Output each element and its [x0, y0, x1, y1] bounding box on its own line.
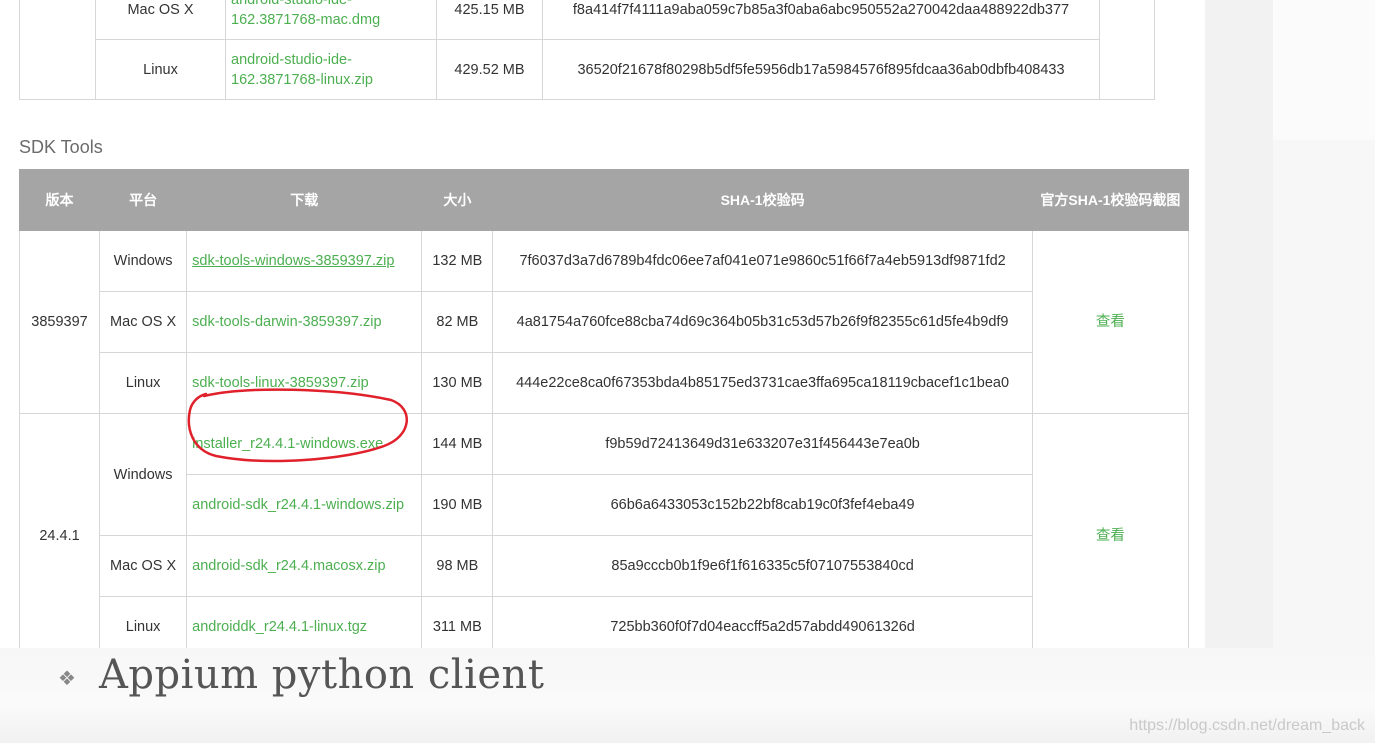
screenshot-cell: 查看 [1031, 230, 1190, 414]
diamond-bullet-icon: ❖ [58, 668, 76, 690]
download-cell: sdk-tools-darwin-3859397.zip [186, 291, 423, 353]
sha-cell: 36520f21678f80298b5df5fe5956db17a5984576… [542, 39, 1100, 100]
sha-cell: f8a414f7f4111a9aba059c7b85a3f0aba6abc950… [542, 0, 1100, 40]
sha-cell: 66b6a6433053c152b22bf8cab19c0f3fef4eba49 [492, 474, 1033, 536]
header-sha: SHA-1校验码 [492, 169, 1033, 231]
sha-cell: 444e22ce8ca0f67353bda4b85175ed3731cae3ff… [492, 352, 1033, 414]
table-row: Linux android-studio-ide- 162.3871768-li… [20, 39, 1155, 100]
side-panel [1205, 0, 1273, 648]
platform-cell: Linux [99, 352, 188, 414]
sha-cell: 4a81754a760fce88cba74d69c364b05b31c53d57… [492, 291, 1033, 353]
download-page: Mac OS X android-studio-ide- 162.3871768… [0, 0, 1205, 658]
size-cell: 98 MB [421, 535, 494, 597]
platform-cell: Mac OS X [99, 291, 188, 353]
version-cell: 3859397 [18, 230, 101, 414]
sha-cell: 85a9cccb0b1f9e6f1f616335c5f07107553840cd [492, 535, 1033, 597]
size-cell: 429.52 MB [436, 39, 543, 100]
download-link[interactable]: android-studio-ide- 162.3871768-mac.dmg [231, 0, 380, 28]
download-cell: android-sdk_r24.4.1-windows.zip [186, 474, 423, 536]
header-screenshot: 官方SHA-1校验码截图 [1031, 169, 1190, 231]
download-link[interactable]: androiddk_r24.4.1-linux.tgz [192, 619, 367, 635]
table-row: Mac OS X sdk-tools-darwin-3859397.zip 82… [20, 291, 1189, 353]
version-cell [19, 0, 96, 100]
slide-strip: ❖ Appium python client https://blog.csdn… [0, 648, 1375, 743]
platform-cell: Mac OS X [95, 0, 226, 40]
screenshot-cell: 查看 [1031, 413, 1190, 658]
size-cell: 132 MB [421, 230, 494, 292]
download-link[interactable]: android-studio-ide- 162.3871768-linux.zi… [231, 52, 373, 88]
version-cell: 24.4.1 [18, 413, 101, 658]
header-download: 下载 [186, 169, 423, 231]
side-panel-outer [1273, 0, 1375, 648]
download-cell: android-studio-ide- 162.3871768-linux.zi… [225, 39, 437, 100]
size-cell: 425.15 MB [436, 0, 543, 40]
table-row: 3859397 Windows sdk-tools-windows-385939… [18, 230, 1190, 414]
header-size: 大小 [421, 169, 494, 231]
sha-cell: f9b59d72413649d31e633207e31f456443e7ea0b [492, 413, 1033, 475]
table-header-row: 版本 平台 下载 大小 SHA-1校验码 官方SHA-1校验码截图 [18, 169, 1190, 231]
size-cell: 130 MB [421, 352, 494, 414]
size-cell: 144 MB [421, 413, 494, 475]
platform-cell: Windows [99, 413, 188, 536]
header-platform: 平台 [99, 169, 188, 231]
download-cell: sdk-tools-windows-3859397.zip [186, 230, 423, 292]
size-cell: 190 MB [421, 474, 494, 536]
table-row: Mac OS X android-sdk_r24.4.macosx.zip 98… [20, 535, 1189, 597]
download-cell: android-studio-ide- 162.3871768-mac.dmg [225, 0, 437, 40]
table-row: android-sdk_r24.4.1-windows.zip 190 MB 6… [20, 474, 1189, 536]
header-version: 版本 [18, 169, 101, 231]
platform-cell: Linux [95, 39, 226, 100]
screenshot-cell [1099, 0, 1155, 100]
download-link[interactable]: sdk-tools-windows-3859397.zip [192, 253, 394, 269]
sha-cell: 7f6037d3a7d6789b4fdc06ee7af041e071e9860c… [492, 230, 1033, 292]
annotation-circle [187, 388, 408, 463]
platform-cell: Windows [99, 230, 188, 292]
slide-title: Appium python client [99, 652, 545, 698]
studio-download-table: Mac OS X android-studio-ide- 162.3871768… [19, 0, 1155, 100]
table-row: Mac OS X android-studio-ide- 162.3871768… [19, 0, 1155, 100]
download-link[interactable]: android-sdk_r24.4.1-windows.zip [192, 497, 404, 513]
download-cell: android-sdk_r24.4.macosx.zip [186, 535, 423, 597]
view-screenshot-link[interactable]: 查看 [1096, 528, 1125, 544]
download-link[interactable]: android-sdk_r24.4.macosx.zip [192, 558, 385, 574]
download-link[interactable]: sdk-tools-darwin-3859397.zip [192, 314, 381, 330]
watermark: https://blog.csdn.net/dream_back [1129, 717, 1365, 734]
view-screenshot-link[interactable]: 查看 [1096, 314, 1125, 330]
platform-cell: Mac OS X [99, 535, 188, 597]
section-title: SDK Tools [19, 137, 103, 157]
size-cell: 82 MB [421, 291, 494, 353]
